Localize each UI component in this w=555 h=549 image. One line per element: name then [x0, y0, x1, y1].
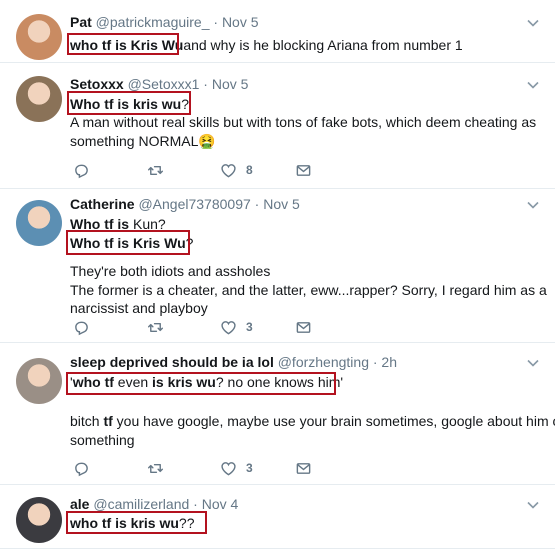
text-segment: tf — [103, 413, 113, 429]
retweet-icon — [147, 460, 164, 477]
tweet-date[interactable]: · Nov 4 — [193, 496, 238, 512]
heart-button[interactable]: 8 — [220, 161, 253, 179]
user-handle[interactable]: @forzhengting — [274, 354, 373, 370]
like-count: 8 — [246, 163, 253, 177]
highlight-box — [67, 91, 191, 115]
tweet-text-line: A man without real skills but with tons … — [70, 113, 536, 132]
highlight-box — [66, 372, 336, 395]
text-segment: and why is he blocking Ariana from numbe… — [183, 37, 463, 53]
vomit-emoji: 🤮 — [198, 133, 216, 149]
heart-icon — [220, 162, 237, 179]
avatar[interactable] — [16, 200, 62, 246]
tweet-text-line: something NORMAL🤮 — [70, 132, 216, 151]
display-name[interactable]: sleep deprived should be ia lol — [70, 354, 274, 370]
reply-button[interactable] — [73, 318, 90, 336]
mail-icon — [295, 319, 312, 336]
tweet-header: Catherine @Angel73780097 · Nov 5 — [70, 196, 300, 212]
text-segment: They're both idiots and assholes — [70, 263, 271, 279]
tweet[interactable]: ale @camilizerland · Nov 4 who tf is kris… — [0, 484, 555, 549]
tweet-header: Setoxxx @Setoxxx1 · Nov 5 — [70, 76, 248, 92]
chevron-down-icon[interactable] — [527, 359, 539, 367]
text-segment: A man without real skills but with tons … — [70, 114, 537, 130]
text-segment: The former is a cheater, and the latter,… — [70, 282, 547, 298]
tweet-header: sleep deprived should be ia lol @forzhen… — [70, 354, 397, 370]
display-name[interactable]: ale — [70, 496, 89, 512]
heart-icon — [220, 319, 237, 336]
chevron-down-icon[interactable] — [527, 19, 539, 27]
reply-button[interactable] — [73, 161, 90, 179]
tweet-date[interactable]: · Nov 5 — [203, 76, 248, 92]
heart-button[interactable]: 3 — [220, 318, 253, 336]
tweet-date[interactable]: · 2h — [373, 354, 397, 370]
tweet-actions: 3 — [70, 459, 330, 479]
text-segment: narcissist and playboy — [70, 300, 208, 316]
mail-icon — [295, 162, 312, 179]
heart-icon — [220, 460, 237, 477]
reply-icon — [73, 319, 90, 336]
avatar[interactable] — [16, 14, 62, 60]
tweet[interactable]: Pat @patrickmaguire_ · Nov 5 who tf is Kr… — [0, 0, 555, 63]
tweet-text-line: The former is a cheater, and the latter,… — [70, 281, 547, 300]
highlight-box — [67, 33, 179, 55]
highlight-box — [66, 230, 190, 255]
chevron-down-icon[interactable] — [527, 81, 539, 89]
tweet-actions: 3 — [70, 318, 330, 338]
like-count: 3 — [246, 461, 253, 475]
tweet-text-line: narcissist and playboy — [70, 299, 208, 318]
tweet-text-line: bitch tf you have google, maybe use your… — [70, 412, 555, 431]
avatar[interactable] — [16, 358, 62, 404]
like-count: 3 — [246, 320, 253, 334]
mail-button[interactable] — [295, 161, 312, 179]
retweet-button[interactable] — [147, 318, 164, 336]
user-handle[interactable]: @camilizerland — [89, 496, 193, 512]
user-handle[interactable]: @Setoxxx1 — [124, 76, 204, 92]
display-name[interactable]: Setoxxx — [70, 76, 124, 92]
chevron-down-icon[interactable] — [527, 501, 539, 509]
reply-icon — [73, 162, 90, 179]
display-name[interactable]: Pat — [70, 14, 92, 30]
tweet[interactable]: sleep deprived should be ia lol @forzhen… — [0, 342, 555, 485]
tweet-header: ale @camilizerland · Nov 4 — [70, 496, 238, 512]
retweet-button[interactable] — [147, 459, 164, 477]
user-handle[interactable]: @patrickmaguire_ — [92, 14, 214, 30]
retweet-button[interactable] — [147, 161, 164, 179]
avatar[interactable] — [16, 76, 62, 122]
tweet-date[interactable]: · Nov 5 — [213, 14, 258, 30]
text-segment: bitch — [70, 413, 104, 429]
tweet-date[interactable]: · Nov 5 — [255, 196, 300, 212]
retweet-icon — [147, 162, 164, 179]
tweet-header: Pat @patrickmaguire_ · Nov 5 — [70, 14, 259, 30]
tweet-text-line: something — [70, 431, 135, 450]
reply-button[interactable] — [73, 459, 90, 477]
avatar[interactable] — [16, 497, 62, 543]
tweet[interactable]: Catherine @Angel73780097 · Nov 5 Who tf i… — [0, 188, 555, 343]
retweet-icon — [147, 319, 164, 336]
tweet-actions: 8 — [70, 161, 330, 181]
tweet[interactable]: Setoxxx @Setoxxx1 · Nov 5 Who tf is kris … — [0, 62, 555, 189]
heart-button[interactable]: 3 — [220, 459, 253, 477]
mail-button[interactable] — [295, 459, 312, 477]
reply-icon — [73, 460, 90, 477]
chevron-down-icon[interactable] — [527, 201, 539, 209]
text-segment: something — [70, 432, 135, 448]
text-segment: you have google, maybe use your brain so… — [112, 413, 555, 429]
highlight-box — [66, 511, 207, 534]
text-segment: something NORMAL — [70, 133, 199, 149]
display-name[interactable]: Catherine — [70, 196, 135, 212]
mail-button[interactable] — [295, 318, 312, 336]
mail-icon — [295, 460, 312, 477]
tweet-text-line: They're both idiots and assholes — [70, 262, 270, 281]
user-handle[interactable]: @Angel73780097 — [135, 196, 255, 212]
